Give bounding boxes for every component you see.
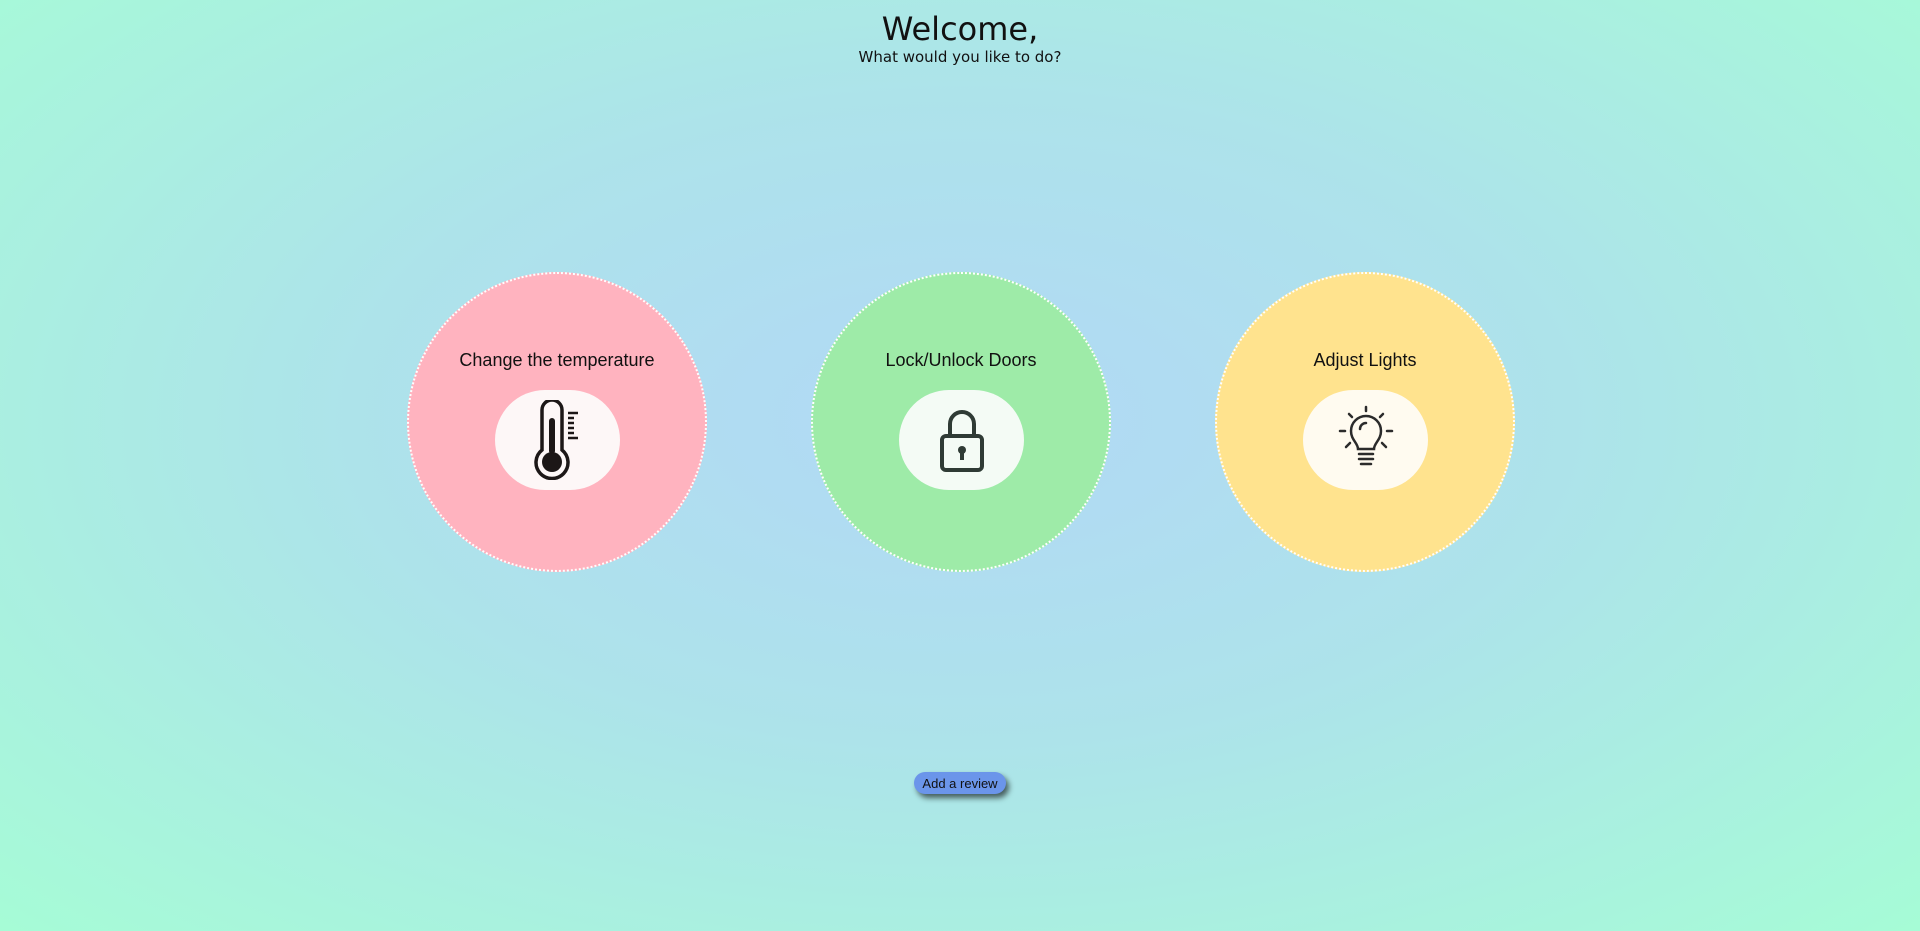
temperature-card[interactable]: Change the temperature <box>407 272 707 572</box>
temperature-icon-container <box>495 390 620 490</box>
lights-icon-container <box>1303 390 1428 490</box>
header: Welcome, What would you like to do? <box>0 10 1920 66</box>
thermometer-icon <box>533 400 578 480</box>
page-title: Welcome, <box>881 10 1039 48</box>
temperature-card-label: Change the temperature <box>459 350 655 370</box>
padlock-icon <box>939 410 984 472</box>
lights-card[interactable]: Adjust Lights <box>1215 272 1515 572</box>
lightbulb-icon <box>1338 405 1393 466</box>
doors-card-label: Lock/Unlock Doors <box>885 350 1037 370</box>
add-review-button[interactable]: Add a review <box>914 772 1006 794</box>
page-subtitle: What would you like to do? <box>858 48 1062 66</box>
doors-card[interactable]: Lock/Unlock Doors <box>811 272 1111 572</box>
lights-card-label: Adjust Lights <box>1313 350 1417 370</box>
doors-icon-container <box>899 390 1024 490</box>
